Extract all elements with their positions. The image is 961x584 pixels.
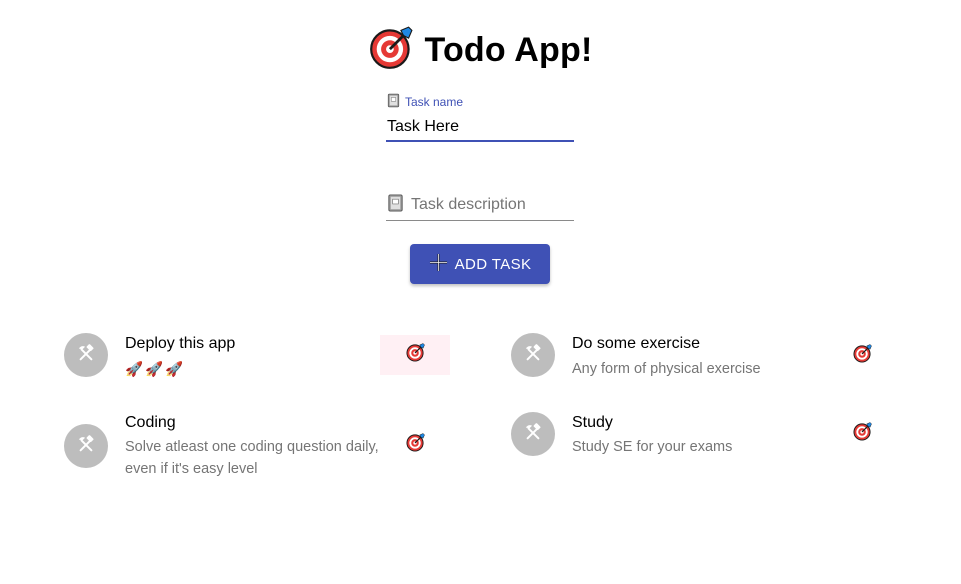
target-icon	[369, 26, 413, 75]
target-icon	[853, 422, 872, 446]
task-name-label: Task name	[386, 94, 574, 110]
task-description-placeholder: Task description	[411, 196, 526, 213]
task-avatar	[511, 412, 555, 456]
task-description: Solve atleast one coding question daily,	[125, 439, 379, 455]
task-description-input[interactable]: Task description	[386, 190, 574, 221]
target-icon	[853, 344, 872, 368]
task-action-button[interactable]	[851, 423, 873, 445]
task-description: Any form of physical exercise	[572, 361, 761, 377]
task-title: Coding	[125, 414, 176, 431]
task-avatar	[64, 333, 108, 377]
hammer-pick-icon	[524, 423, 542, 446]
book-icon	[386, 193, 405, 218]
task-name-label-text: Task name	[405, 95, 464, 109]
task-description: 🚀🚀🚀	[125, 362, 186, 378]
task-name-field[interactable]: Task name Task Here	[386, 94, 574, 142]
page-title: Todo App!	[424, 31, 593, 69]
plus-icon	[429, 253, 448, 276]
task-title: Do some exercise	[572, 335, 701, 352]
app-header: Todo App!	[0, 26, 961, 75]
task-action-button[interactable]	[380, 335, 450, 375]
target-icon	[406, 433, 425, 457]
add-task-button-label: ADD TASK	[454, 255, 532, 273]
todo-page: Todo App! Task name Task Here Task descr…	[0, 0, 961, 584]
task-name-input[interactable]: Task Here	[386, 114, 574, 142]
task-item: Study Study SE for your exams	[511, 412, 911, 482]
task-title: Study	[572, 414, 613, 431]
book-icon	[386, 93, 401, 111]
task-avatar	[64, 424, 108, 468]
task-title: Deploy this app	[125, 335, 236, 352]
hammer-pick-icon	[77, 435, 95, 458]
add-task-button[interactable]: ADD TASK	[410, 244, 550, 284]
task-description-continued: even if it's easy level	[125, 461, 258, 477]
task-item: Deploy this app 🚀🚀🚀	[64, 333, 464, 403]
target-icon	[406, 343, 425, 367]
task-action-button[interactable]	[404, 434, 426, 456]
hammer-pick-icon	[77, 344, 95, 367]
task-item: Coding Solve atleast one coding question…	[64, 412, 464, 482]
task-description: Study SE for your exams	[572, 439, 733, 455]
task-avatar	[511, 333, 555, 377]
task-action-button[interactable]	[851, 345, 873, 367]
task-item: Do some exercise Any form of physical ex…	[511, 333, 911, 403]
hammer-pick-icon	[524, 344, 542, 367]
